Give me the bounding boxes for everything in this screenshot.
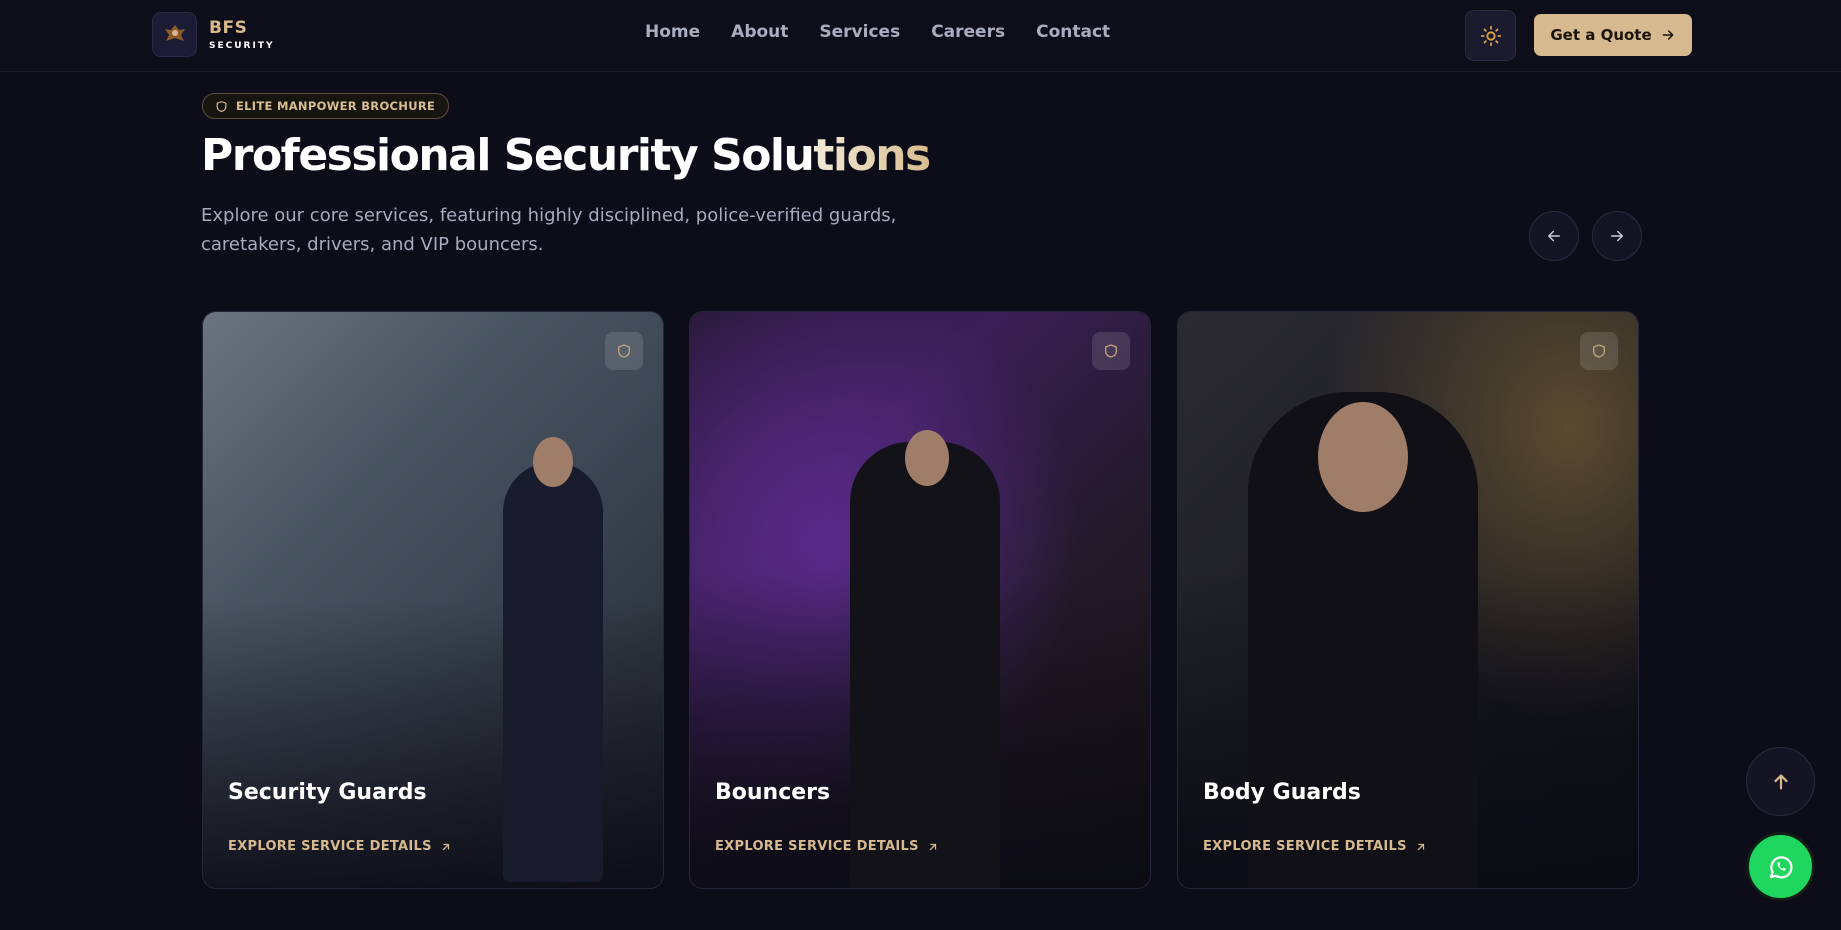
theme-toggle-button[interactable]: [1465, 10, 1516, 61]
logo[interactable]: BFS SECURITY: [152, 12, 274, 57]
section-pill-label: ELITE MANPOWER BROCHURE: [236, 99, 436, 113]
carousel-prev-button[interactable]: [1529, 211, 1579, 261]
arrow-right-icon: [1611, 230, 1623, 242]
scroll-to-top-button[interactable]: [1746, 747, 1815, 816]
shield-icon: [1092, 332, 1130, 370]
arrow-up-right-icon: [929, 843, 936, 850]
bodyguard-head: [1318, 402, 1408, 512]
logo-badge-icon: [152, 12, 197, 57]
bouncer-head: [905, 430, 949, 486]
sun-icon: [1480, 25, 1501, 46]
nav-home[interactable]: Home: [645, 22, 700, 42]
guard-head: [533, 437, 573, 487]
arrow-up-right-icon: [1417, 843, 1424, 850]
explore-service-link[interactable]: EXPLORE SERVICE DETAILS: [1203, 839, 1427, 854]
arrow-up-right-icon: [442, 843, 449, 850]
carousel-next-button[interactable]: [1592, 211, 1642, 261]
logo-name: BFS: [209, 18, 248, 38]
main-nav: Home About Services Careers Contact: [645, 22, 1110, 42]
whatsapp-icon: [1769, 855, 1793, 878]
arrow-up-icon: [1773, 773, 1788, 790]
arrow-left-icon: [1548, 230, 1560, 242]
site-header: BFS SECURITY Home About Services Careers…: [0, 0, 1841, 72]
explore-service-label: EXPLORE SERVICE DETAILS: [715, 839, 919, 854]
get-quote-label: Get a Quote: [1550, 26, 1652, 44]
page-subtitle: Explore our core services, featuring hig…: [201, 205, 897, 255]
explore-service-label: EXPLORE SERVICE DETAILS: [228, 839, 432, 854]
nav-careers[interactable]: Careers: [931, 22, 1005, 42]
logo-tagline: SECURITY: [209, 41, 275, 51]
page-title-main: Professional Security Solu: [201, 130, 815, 181]
shield-icon: [216, 100, 227, 112]
explore-service-link[interactable]: EXPLORE SERVICE DETAILS: [228, 839, 452, 854]
nav-services[interactable]: Services: [819, 22, 900, 42]
shield-icon: [1580, 332, 1618, 370]
page-title: Professional Security Solutions: [201, 130, 931, 181]
bouncer-figure: [850, 442, 1000, 888]
arrow-right-icon: [1662, 30, 1674, 40]
nav-contact[interactable]: Contact: [1036, 22, 1110, 42]
service-card[interactable]: Security Guards EXPLORE SERVICE DETAILS: [202, 311, 664, 889]
service-card-title: Security Guards: [228, 780, 427, 805]
service-card-title: Bouncers: [715, 780, 831, 805]
explore-service-label: EXPLORE SERVICE DETAILS: [1203, 839, 1407, 854]
guard-figure: [503, 462, 603, 882]
service-card-title: Body Guards: [1203, 780, 1361, 805]
nav-about[interactable]: About: [731, 22, 788, 42]
get-quote-button[interactable]: Get a Quote: [1534, 14, 1692, 56]
service-card[interactable]: Bouncers EXPLORE SERVICE DETAILS: [689, 311, 1151, 889]
whatsapp-button[interactable]: [1746, 832, 1815, 901]
explore-service-link[interactable]: EXPLORE SERVICE DETAILS: [715, 839, 939, 854]
service-card[interactable]: Body Guards EXPLORE SERVICE DETAILS: [1177, 311, 1639, 889]
shield-icon: [605, 332, 643, 370]
section-pill: ELITE MANPOWER BROCHURE: [202, 93, 450, 119]
page-title-accent: tions: [813, 130, 931, 181]
